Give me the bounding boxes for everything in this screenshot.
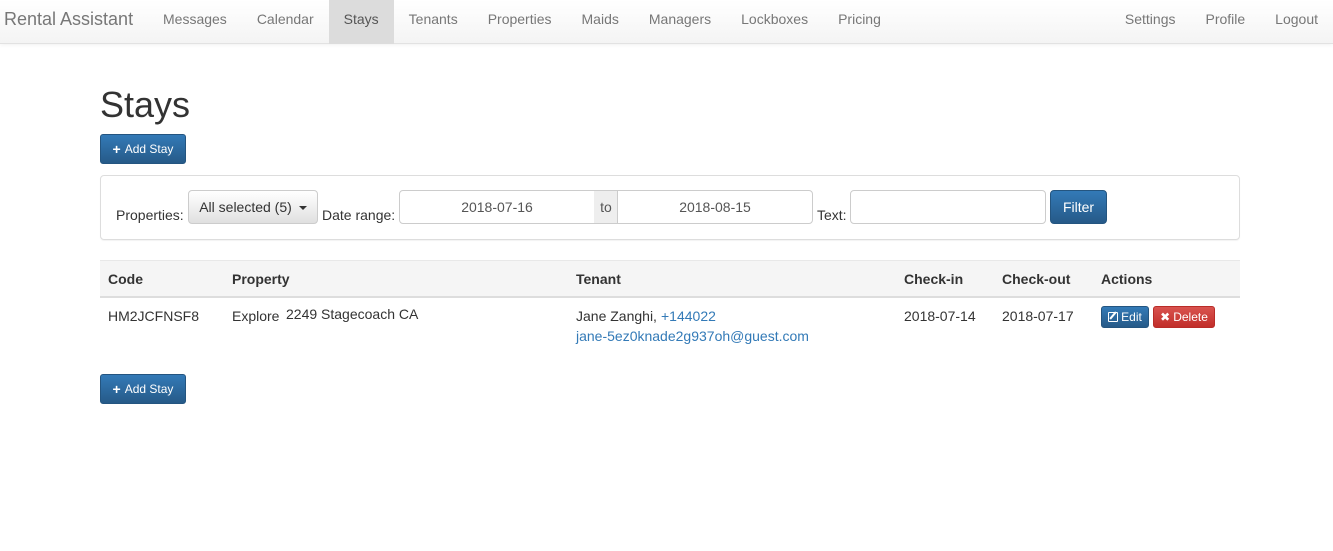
plus-icon: + (112, 141, 121, 157)
date-separator-label: to (600, 199, 612, 215)
row-tenant-phone-link[interactable]: +144022 (661, 308, 716, 324)
top-navbar: Rental Assistant Messages Calendar Stays… (0, 0, 1333, 44)
plus-icon: + (112, 381, 121, 397)
user-nav: Settings Profile Logout (1110, 0, 1333, 38)
col-header-code: Code (108, 271, 143, 287)
properties-select-value: All selected (5) (199, 199, 292, 215)
row-property-prefix: Explore (232, 308, 280, 324)
text-label: Text: (817, 207, 847, 223)
row-tenant-name: Jane Zanghi, (576, 308, 657, 324)
col-header-tenant: Tenant (576, 271, 621, 287)
nav-item-tenants[interactable]: Tenants (394, 0, 473, 44)
delete-button[interactable]: ✖ Delete (1153, 306, 1215, 328)
edit-icon (1108, 312, 1119, 322)
nav-item-maids[interactable]: Maids (567, 0, 634, 44)
nav-item-properties[interactable]: Properties (473, 0, 567, 44)
page-title: Stays (100, 84, 191, 125)
date-from-value: 2018-07-16 (461, 199, 533, 215)
date-to-value: 2018-08-15 (679, 199, 751, 215)
col-header-check-in: Check-in (904, 271, 964, 287)
col-header-property: Property (232, 271, 290, 287)
edit-label: Edit (1121, 310, 1142, 324)
col-header-check-out: Check-out (1002, 271, 1071, 287)
properties-select[interactable]: All selected (5) (188, 190, 318, 224)
add-stay-label: Add Stay (124, 382, 174, 396)
row-check-in: 2018-07-14 (904, 308, 976, 324)
filter-button[interactable]: Filter (1050, 190, 1107, 224)
brand-logo[interactable]: Rental Assistant (4, 0, 133, 38)
nav-item-calendar[interactable]: Calendar (242, 0, 329, 44)
properties-label: Properties: (116, 207, 184, 223)
main-nav: Messages Calendar Stays Tenants Properti… (148, 0, 896, 44)
date-range-label: Date range: (322, 207, 396, 223)
nav-item-messages[interactable]: Messages (148, 0, 242, 44)
nav-item-lockboxes[interactable]: Lockboxes (726, 0, 823, 44)
nav-item-managers[interactable]: Managers (634, 0, 726, 44)
nav-item-profile[interactable]: Profile (1190, 0, 1260, 44)
filter-button-label: Filter (1062, 199, 1095, 215)
delete-label: Delete (1173, 310, 1208, 324)
close-icon: ✖ (1160, 310, 1171, 324)
row-check-out: 2018-07-17 (1002, 308, 1074, 324)
add-stay-button-bottom[interactable]: + Add Stay (100, 374, 186, 404)
nav-item-pricing[interactable]: Pricing (823, 0, 896, 44)
row-property-name[interactable]: 2249 Stagecoach CA (286, 306, 418, 322)
nav-item-settings[interactable]: Settings (1110, 0, 1191, 44)
caret-down-icon (298, 206, 307, 210)
col-header-actions: Actions (1101, 271, 1153, 287)
nav-item-stays[interactable]: Stays (328, 0, 394, 44)
edit-button[interactable]: Edit (1101, 306, 1149, 328)
date-separator: to (594, 190, 618, 224)
row-tenant-email-link[interactable]: jane-5ez0knade2g937oh@guest.com (576, 328, 809, 344)
row-code: HM2JCFNSF8 (108, 308, 200, 324)
text-search-input[interactable] (850, 190, 1046, 224)
nav-item-logout[interactable]: Logout (1260, 0, 1333, 44)
date-to-input[interactable]: 2018-08-15 (617, 190, 813, 224)
add-stay-label: Add Stay (124, 142, 174, 156)
date-from-input[interactable]: 2018-07-16 (399, 190, 595, 224)
add-stay-button-top[interactable]: + Add Stay (100, 134, 186, 164)
